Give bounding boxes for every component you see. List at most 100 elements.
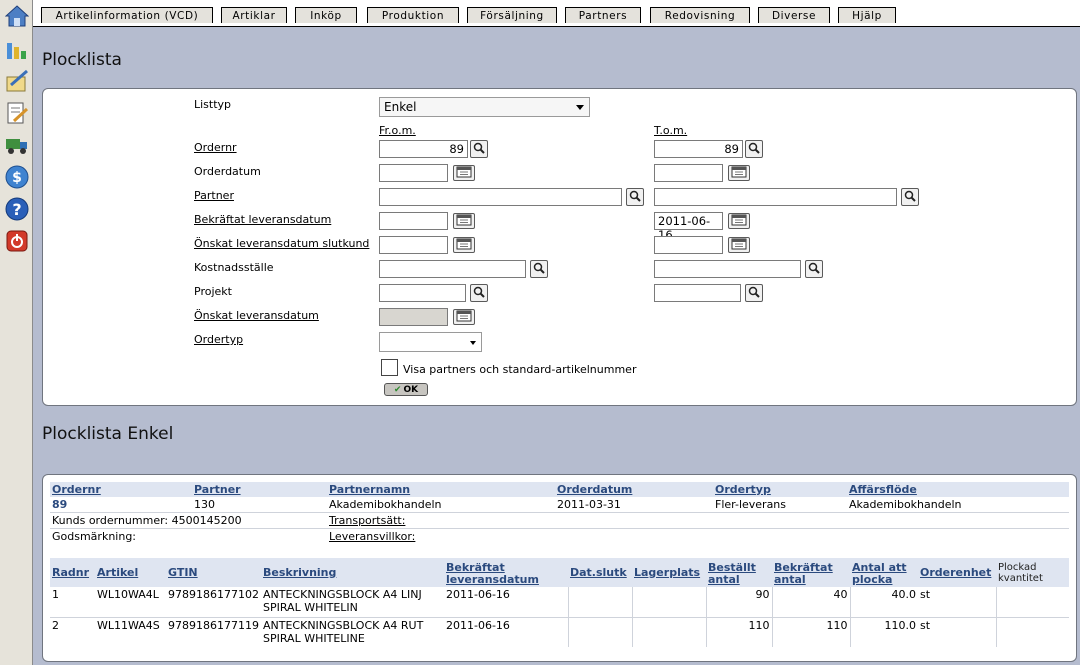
ordernr-to-search-button[interactable] [745,140,763,158]
edit-document-icon[interactable] [5,101,29,125]
tab-inkop[interactable]: Inköp [295,7,357,23]
row-dat-slutk [567,587,632,617]
row-bestallt-antal: 110 [705,617,772,647]
onskat-label: Önskat leveransdatum [194,309,319,322]
tab-forsaljning[interactable]: Försäljning [467,7,557,23]
col-antal-att-plocka[interactable]: Antal att plocka [852,561,907,586]
row-dat-slutk [567,617,632,647]
tab-redovisning[interactable]: Redovisning [650,7,750,23]
col-affarsflode[interactable]: Affärsflöde [849,483,917,496]
visa-partners-label: Visa partners och standard-artikelnummer [403,363,637,376]
onskat-slutkund-from-input[interactable] [379,236,448,254]
col-bekraftat-antal[interactable]: Bekräftat antal [774,561,833,586]
tab-artiklar[interactable]: Artiklar [221,7,287,23]
order-partnernamn: Akademibokhandeln [329,498,442,511]
search-icon [533,262,545,277]
col-beskrivning[interactable]: Beskrivning [263,566,336,579]
col-partner[interactable]: Partner [194,483,241,496]
col-gtin[interactable]: GTIN [168,566,198,579]
kostnadsstalle-to-input[interactable] [654,260,801,278]
ordernr-to-input[interactable]: 89 [654,140,743,158]
partner-from-search-button[interactable] [626,188,644,206]
ordertyp-select[interactable] [379,332,482,352]
col-dat-slutk[interactable]: Dat.slutk [570,566,627,579]
leveransvillkor-label: Leveransvillkor: [329,530,416,543]
tab-diverse[interactable]: Diverse [758,7,830,23]
onskat-slutkund-from-calendar-button[interactable] [453,237,475,253]
calendar-icon [456,310,472,325]
partner-from-input[interactable] [379,188,622,206]
ok-button[interactable]: ✔ OK [384,383,428,396]
col-orderenhet[interactable]: Orderenhet [920,566,991,579]
onskat-calendar-button[interactable] [453,309,475,325]
left-toolbar: $ ? [0,0,33,665]
col-bestallt-antal[interactable]: Beställt antal [708,561,756,586]
tab-hjalp[interactable]: Hjälp [838,7,896,23]
orderdatum-to-input[interactable] [654,164,723,182]
search-icon [904,190,916,205]
tab-artikelinformation[interactable]: Artikelinformation (VCD) [41,7,213,23]
page-title: Plocklista [42,50,122,70]
kostnadsstalle-from-input[interactable] [379,260,526,278]
col-ordernr[interactable]: Ordernr [52,483,101,496]
listtyp-label: Listtyp [194,98,232,111]
checkmark-icon: ✔ [393,384,402,395]
tab-produktion[interactable]: Produktion [367,7,459,23]
bekraftat-to-input[interactable]: 2011-06-16 [654,212,723,242]
col-radnr[interactable]: Radnr [52,566,89,579]
row-radnr: 1 [52,588,59,601]
help-icon[interactable]: ? [5,197,29,221]
row-plockad-kvantitet [995,587,1069,617]
onskat-slutkund-to-input[interactable] [654,236,723,254]
visa-partners-checkbox[interactable] [381,359,398,376]
col-artikel[interactable]: Artikel [97,566,138,579]
row-orderenhet: st [920,588,931,601]
chevron-down-icon [576,105,584,110]
listtyp-value: Enkel [384,100,417,114]
onskat-slutkund-to-calendar-button[interactable] [728,237,750,253]
main-area: Artikelinformation (VCD) Artiklar Inköp … [33,0,1080,665]
col-ordertyp[interactable]: Ordertyp [715,483,771,496]
row-bekraftat-antal: 110 [771,617,850,647]
orderdatum-from-calendar-button[interactable] [453,165,475,181]
power-icon[interactable] [5,229,29,253]
row-antal-att-plocka: 40.0 [849,587,918,617]
search-icon [629,190,641,205]
projekt-from-input[interactable] [379,284,466,302]
chart-icon[interactable] [5,37,29,61]
order-affarsflode: Akademibokhandeln [849,498,962,511]
kostnadsstalle-from-search-button[interactable] [530,260,548,278]
listtyp-select[interactable]: Enkel [379,97,590,117]
bekraftat-to-calendar-button[interactable] [728,213,750,229]
calendar-icon [456,166,472,181]
calendar-icon [456,238,472,253]
bekraftat-label: Bekräftat leveransdatum [194,213,332,226]
orderdatum-from-input[interactable] [379,164,448,182]
col-partnernamn[interactable]: Partnernamn [329,483,410,496]
bekraftat-from-input[interactable] [379,212,448,230]
home-icon[interactable] [5,4,29,28]
col-orderdatum[interactable]: Orderdatum [557,483,632,496]
projekt-to-input[interactable] [654,284,741,302]
col-lagerplats[interactable]: Lagerplats [634,566,700,579]
note-pencil-icon[interactable] [5,69,29,93]
order-ordernr[interactable]: 89 [50,497,192,513]
ordernr-label: Ordernr [194,141,237,154]
ordernr-from-search-button[interactable] [470,140,488,158]
partner-to-input[interactable] [654,188,897,206]
ordernr-from-input[interactable]: 89 [379,140,468,158]
calendar-icon [456,214,472,229]
truck-icon[interactable] [5,133,29,157]
row-artikel: WL11WA4S [97,618,160,632]
kostnadsstalle-to-search-button[interactable] [805,260,823,278]
col-bekraftat-leveransdatum[interactable]: Bekräftat leveransdatum [446,561,539,586]
projekt-from-search-button[interactable] [470,284,488,302]
partner-to-search-button[interactable] [901,188,919,206]
dollar-icon[interactable]: $ [5,165,29,189]
bekraftat-from-calendar-button[interactable] [453,213,475,229]
tab-partners[interactable]: Partners [565,7,641,23]
orderdatum-to-calendar-button[interactable] [728,165,750,181]
row-plockad-kvantitet [995,617,1069,647]
projekt-to-search-button[interactable] [745,284,763,302]
order-row: 89 130 Akademibokhandeln 2011-03-31 Fler… [50,497,1069,513]
